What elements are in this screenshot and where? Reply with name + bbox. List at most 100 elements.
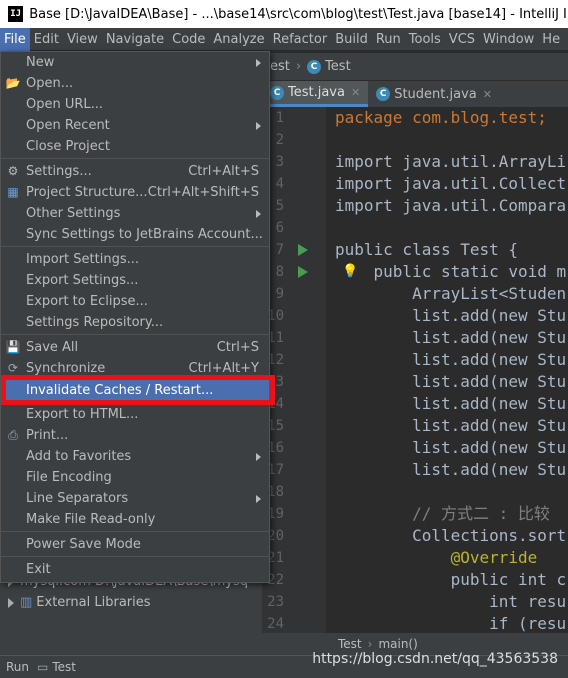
code-line: 13 list.add(new Stu	[267, 372, 567, 391]
menu-tools[interactable]: Tools	[405, 28, 445, 51]
menu-analyze[interactable]: Analyze	[209, 28, 268, 51]
menu-build[interactable]: Build	[331, 28, 372, 51]
menu-view[interactable]: View	[63, 28, 102, 51]
tab-test-java[interactable]: C Test.java ✕	[262, 81, 369, 107]
test-run-config[interactable]: Test	[52, 660, 76, 674]
menu-item-make-read-only[interactable]: Make File Read-only	[1, 509, 269, 530]
tab-label: Test.java	[288, 85, 345, 100]
menu-item-other-settings[interactable]: Other Settings	[1, 203, 269, 224]
menu-help[interactable]: He	[538, 28, 564, 51]
intellij-logo-icon: IJ	[8, 6, 24, 22]
tab-label: Student.java	[394, 86, 477, 102]
menu-bar: File Edit View Navigate Code Analyze Ref…	[0, 27, 568, 51]
wrench-icon: ⚙	[7, 164, 19, 178]
annotation-highlight-box	[1, 375, 275, 405]
tree-item-external-libraries[interactable]: ▥ External Libraries	[0, 592, 262, 614]
editor-tab-bar: C Test.java ✕ C Student.java ✕	[262, 81, 568, 107]
folder-icon: 📂	[5, 76, 21, 90]
code-line: 1 package com.blog.test;	[275, 108, 547, 127]
code-line: 8 💡 public static void m	[275, 262, 567, 281]
menu-item-sync-settings[interactable]: Sync Settings to JetBrains Account...	[1, 224, 269, 245]
code-line: 10 list.add(new Stu	[267, 306, 567, 325]
tab-student-java[interactable]: C Student.java ✕	[368, 81, 500, 107]
print-icon: ⎙	[8, 428, 18, 442]
menu-item-open-url[interactable]: Open URL...	[1, 94, 269, 115]
menu-run[interactable]: Run	[372, 28, 405, 51]
code-line: 18	[267, 484, 284, 500]
menu-item-export-html[interactable]: Export to HTML...	[1, 404, 269, 425]
submenu-arrow-icon	[256, 121, 261, 130]
menu-item-open-recent[interactable]: Open Recent	[1, 115, 269, 136]
code-line: 22 public int c	[267, 570, 567, 589]
breadcrumb-package[interactable]: est	[270, 59, 290, 74]
library-icon: ▥	[20, 595, 33, 610]
breadcrumb-separator-icon: ›	[367, 637, 373, 651]
menu-item-save-all[interactable]: 💾 Save All Ctrl+S	[1, 337, 269, 358]
menu-item-settings-repository[interactable]: Settings Repository...	[1, 312, 269, 333]
code-line: 5 import java.util.Compara	[275, 196, 567, 215]
code-line: 3 import java.util.ArrayLi	[275, 152, 567, 171]
close-icon[interactable]: ✕	[351, 86, 360, 99]
code-line: 20 Collections.sort	[267, 526, 567, 545]
code-line: 21 @Override	[267, 548, 538, 567]
submenu-arrow-icon	[256, 494, 261, 503]
menu-item-open[interactable]: 📂 Open...	[1, 73, 269, 94]
code-line: 19 // 方式二 : 比较	[267, 504, 550, 523]
menu-item-print[interactable]: ⎙ Print...	[1, 425, 269, 446]
class-icon: C	[307, 59, 322, 74]
code-editor[interactable]: 1 package com.blog.test; 2 3 import java.u…	[262, 107, 568, 633]
file-menu-dropdown: New 📂 Open... Open URL... Open Recent Clo…	[0, 51, 270, 583]
expand-arrow-icon[interactable]	[8, 597, 14, 608]
menu-item-settings[interactable]: ⚙ Settings... Ctrl+Alt+S	[1, 161, 269, 182]
menu-separator	[1, 334, 269, 335]
structure-icon: ▦	[7, 185, 19, 199]
breadcrumb-separator-icon: ›	[295, 59, 302, 74]
sync-icon: ⟳	[7, 361, 19, 375]
menu-item-import-settings[interactable]: Import Settings...	[1, 249, 269, 270]
run-window-icon: ▭	[37, 660, 49, 674]
menu-item-power-save[interactable]: Power Save Mode	[1, 534, 269, 555]
code-line: 11 list.add(new Stu	[267, 328, 567, 347]
menu-separator	[1, 556, 269, 557]
watermark-text: https://blog.csdn.net/qq_43563538	[312, 651, 558, 667]
menu-separator	[1, 531, 269, 532]
crumb-method[interactable]: main()	[378, 637, 417, 651]
menu-file[interactable]: File	[0, 27, 30, 51]
code-line: 15 list.add(new Stu	[267, 416, 567, 435]
code-line: 16 list.add(new Stu	[267, 438, 567, 457]
crumb-class[interactable]: Test	[338, 637, 362, 651]
menu-item-close-project[interactable]: Close Project	[1, 136, 269, 157]
menu-item-add-favorites[interactable]: Add to Favorites	[1, 446, 269, 467]
code-line: 12 list.add(new Stu	[267, 350, 567, 369]
breadcrumb-class[interactable]: Test	[325, 59, 351, 74]
menu-item-export-eclipse[interactable]: Export to Eclipse...	[1, 291, 269, 312]
menu-vcs[interactable]: VCS	[445, 28, 479, 51]
menu-item-line-separators[interactable]: Line Separators	[1, 488, 269, 509]
menu-separator	[1, 158, 269, 159]
run-tool-label[interactable]: Run	[6, 660, 29, 674]
close-icon[interactable]: ✕	[483, 88, 492, 101]
submenu-arrow-icon	[256, 452, 261, 461]
code-line: 14 list.add(new Stu	[267, 394, 567, 413]
save-icon: 💾	[5, 340, 21, 354]
navigation-breadcrumb: est › C Test	[262, 53, 568, 80]
menu-item-export-settings[interactable]: Export Settings...	[1, 270, 269, 291]
code-line: 2	[275, 132, 284, 148]
code-line: 23 int resu	[267, 592, 567, 611]
submenu-arrow-icon	[256, 209, 261, 218]
run-gutter-icon[interactable]	[298, 266, 308, 278]
code-line: 17 list.add(new Stu	[267, 460, 567, 479]
menu-item-exit[interactable]: Exit	[1, 559, 269, 580]
menu-window[interactable]: Window	[479, 28, 538, 51]
menu-refactor[interactable]: Refactor	[269, 28, 332, 51]
class-icon: C	[270, 85, 284, 100]
menu-navigate[interactable]: Navigate	[102, 28, 168, 51]
menu-code[interactable]: Code	[168, 28, 209, 51]
menu-separator	[1, 246, 269, 247]
tree-item-label: External Libraries	[36, 595, 151, 610]
menu-item-new[interactable]: New	[1, 52, 269, 73]
menu-item-project-structure[interactable]: ▦ Project Structure... Ctrl+Alt+Shift+S	[1, 182, 269, 203]
menu-edit[interactable]: Edit	[30, 28, 63, 51]
menu-item-file-encoding[interactable]: File Encoding	[1, 467, 269, 488]
run-gutter-icon[interactable]	[298, 244, 308, 256]
